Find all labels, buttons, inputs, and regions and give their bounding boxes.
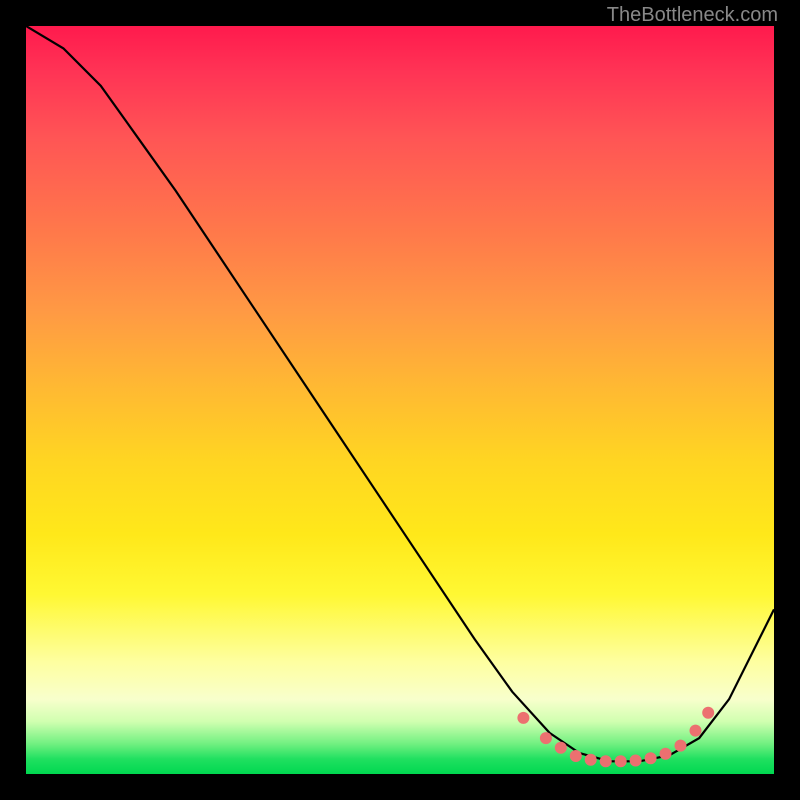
gradient-background [26, 26, 774, 774]
watermark-text: TheBottleneck.com [607, 4, 778, 27]
chart-area [26, 26, 774, 774]
